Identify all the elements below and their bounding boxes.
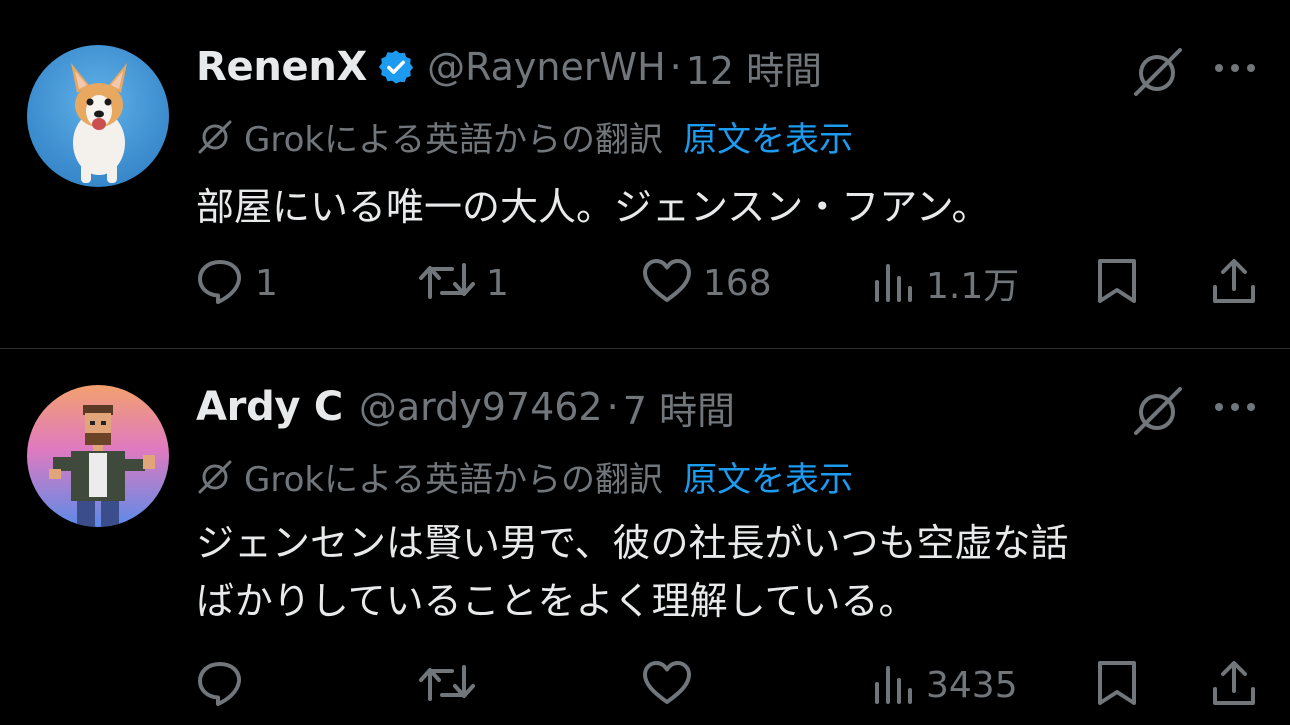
show-original-link[interactable]: 原文を表示 xyxy=(683,452,853,501)
timestamp[interactable]: 7 時間 xyxy=(623,380,735,435)
grok-icon xyxy=(196,116,236,156)
views-button[interactable]: 3435 xyxy=(872,660,1018,710)
show-original-link[interactable]: 原文を表示 xyxy=(683,112,853,161)
tweet-text: 部屋にいる唯一の大人。ジェンスン・フアン。 xyxy=(196,178,1256,236)
display-name[interactable]: RenenX xyxy=(196,44,367,90)
avatar[interactable] xyxy=(27,385,169,527)
retweet-icon xyxy=(418,661,476,709)
reply-icon xyxy=(195,660,245,710)
view-count: 3435 xyxy=(926,664,1018,706)
translation-label: Grokによる英語からの翻訳 xyxy=(244,119,664,160)
translation-notice: Grokによる英語からの翻訳 原文を表示 xyxy=(196,452,853,501)
display-name[interactable]: Ardy C xyxy=(196,384,343,430)
grok-icon[interactable] xyxy=(1130,44,1186,104)
avatar[interactable] xyxy=(27,45,169,187)
action-bar: 3435 xyxy=(0,660,1290,710)
retweet-button[interactable]: 1 xyxy=(418,258,509,308)
user-handle[interactable]: @ardy97462 xyxy=(359,385,603,429)
retweet-button[interactable] xyxy=(418,660,486,710)
tweet[interactable]: Ardy C @ardy97462 · 7 時間 Grokによる英語からの翻訳 … xyxy=(0,349,1290,725)
view-count: 1.1万 xyxy=(926,266,1020,307)
translation-label: Grokによる英語からの翻訳 xyxy=(244,459,664,500)
tweet-header: Ardy C @ardy97462 · 7 時間 xyxy=(196,380,735,435)
more-icon[interactable] xyxy=(1213,399,1257,418)
heart-icon xyxy=(641,660,693,710)
analytics-icon xyxy=(872,662,916,708)
separator-dot: · xyxy=(669,45,682,89)
share-icon xyxy=(1210,257,1258,309)
verified-badge-icon xyxy=(377,48,415,86)
tweet-text-line: 部屋にいる唯一の大人。ジェンスン・フアン。 xyxy=(196,185,990,229)
tweet-text-line: ばかりしていることをよく理解している。 xyxy=(196,579,917,623)
like-button[interactable] xyxy=(641,660,703,710)
like-count: 168 xyxy=(703,262,772,304)
bookmark-icon xyxy=(1095,257,1139,309)
share-icon xyxy=(1210,659,1258,711)
reply-count: 1 xyxy=(255,262,278,304)
translation-notice: Grokによる英語からの翻訳 原文を表示 xyxy=(196,112,853,161)
timestamp[interactable]: 12 時間 xyxy=(686,40,822,95)
analytics-icon xyxy=(872,260,916,306)
tweet-text-line: ジェンセンは賢い男で、彼の社長がいつも空虚な話 xyxy=(196,521,1069,565)
bookmark-icon xyxy=(1095,659,1139,711)
retweet-count: 1 xyxy=(486,262,509,304)
grok-icon[interactable] xyxy=(1130,383,1186,443)
retweet-icon xyxy=(418,259,476,307)
bookmark-button[interactable] xyxy=(1095,258,1139,308)
views-button[interactable]: 1.1万 xyxy=(872,258,1019,308)
tweet-text: ジェンセンは賢い男で、彼の社長がいつも空虚な話 ばかりしていることをよく理解して… xyxy=(196,514,1256,630)
reply-button[interactable]: 1 xyxy=(195,258,278,308)
tweet[interactable]: RenenX @RaynerWH · 12 時間 Grokによる英語からの翻訳 … xyxy=(0,0,1290,348)
bookmark-button[interactable] xyxy=(1095,660,1139,710)
tweet-header: RenenX @RaynerWH · 12 時間 xyxy=(196,40,822,95)
separator-dot: · xyxy=(606,385,619,429)
user-handle[interactable]: @RaynerWH xyxy=(427,45,666,89)
more-icon[interactable] xyxy=(1213,60,1257,79)
action-bar: 1 1 168 1.1万 xyxy=(0,258,1290,308)
share-button[interactable] xyxy=(1210,258,1258,308)
like-button[interactable]: 168 xyxy=(641,258,772,308)
heart-icon xyxy=(641,258,693,308)
grok-icon xyxy=(196,456,236,496)
share-button[interactable] xyxy=(1210,660,1258,710)
reply-icon xyxy=(195,258,245,308)
reply-button[interactable] xyxy=(195,660,255,710)
